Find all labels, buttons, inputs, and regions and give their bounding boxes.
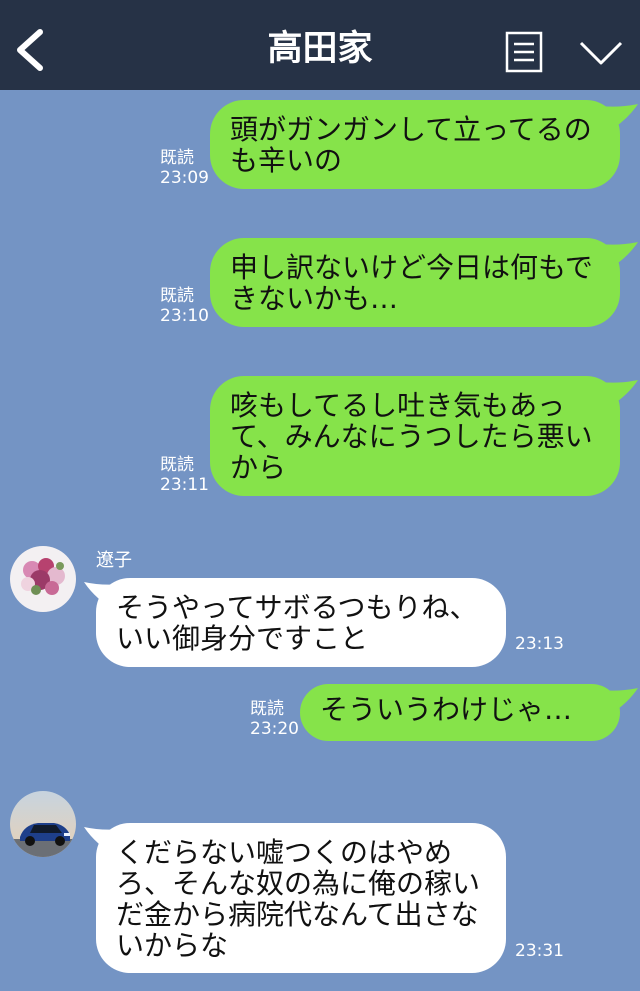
message-bubble[interactable]: 申し訳ないけど今日は何もできないかも…	[210, 238, 620, 327]
avatar[interactable]	[10, 546, 76, 612]
read-receipt: 既読 23:11	[160, 455, 209, 495]
chat-title: 高田家	[267, 29, 373, 69]
avatar[interactable]	[10, 791, 76, 857]
message-bubble[interactable]: そうやってサボるつもりね、いい御身分ですこと	[96, 578, 506, 667]
chevron-down-icon[interactable]	[578, 38, 624, 68]
flower-bouquet-avatar-icon	[10, 546, 76, 612]
message-bubble[interactable]: 頭がガンガンして立ってるのも辛いの	[210, 100, 620, 189]
chat-header: 高田家	[0, 0, 640, 90]
read-receipt: 既読 23:20	[250, 699, 299, 739]
read-receipt: 既読 23:09	[160, 148, 209, 188]
message-bubble[interactable]: そういうわけじゃ…	[300, 684, 620, 741]
sender-name: 遼子	[96, 550, 132, 571]
note-icon[interactable]	[505, 31, 543, 73]
read-receipt: 既読 23:10	[160, 286, 209, 326]
message-bubble[interactable]: くだらない嘘つくのはやめろ、そんな奴の為に俺の稼いだ金から病院代なんて出さないか…	[96, 823, 506, 973]
message-time: 23:13	[515, 634, 564, 654]
message-time: 23:31	[515, 941, 564, 961]
message-bubble[interactable]: 咳もしてるし吐き気もあって、みんなにうつしたら悪いから	[210, 376, 620, 496]
car-avatar-icon	[10, 791, 76, 857]
